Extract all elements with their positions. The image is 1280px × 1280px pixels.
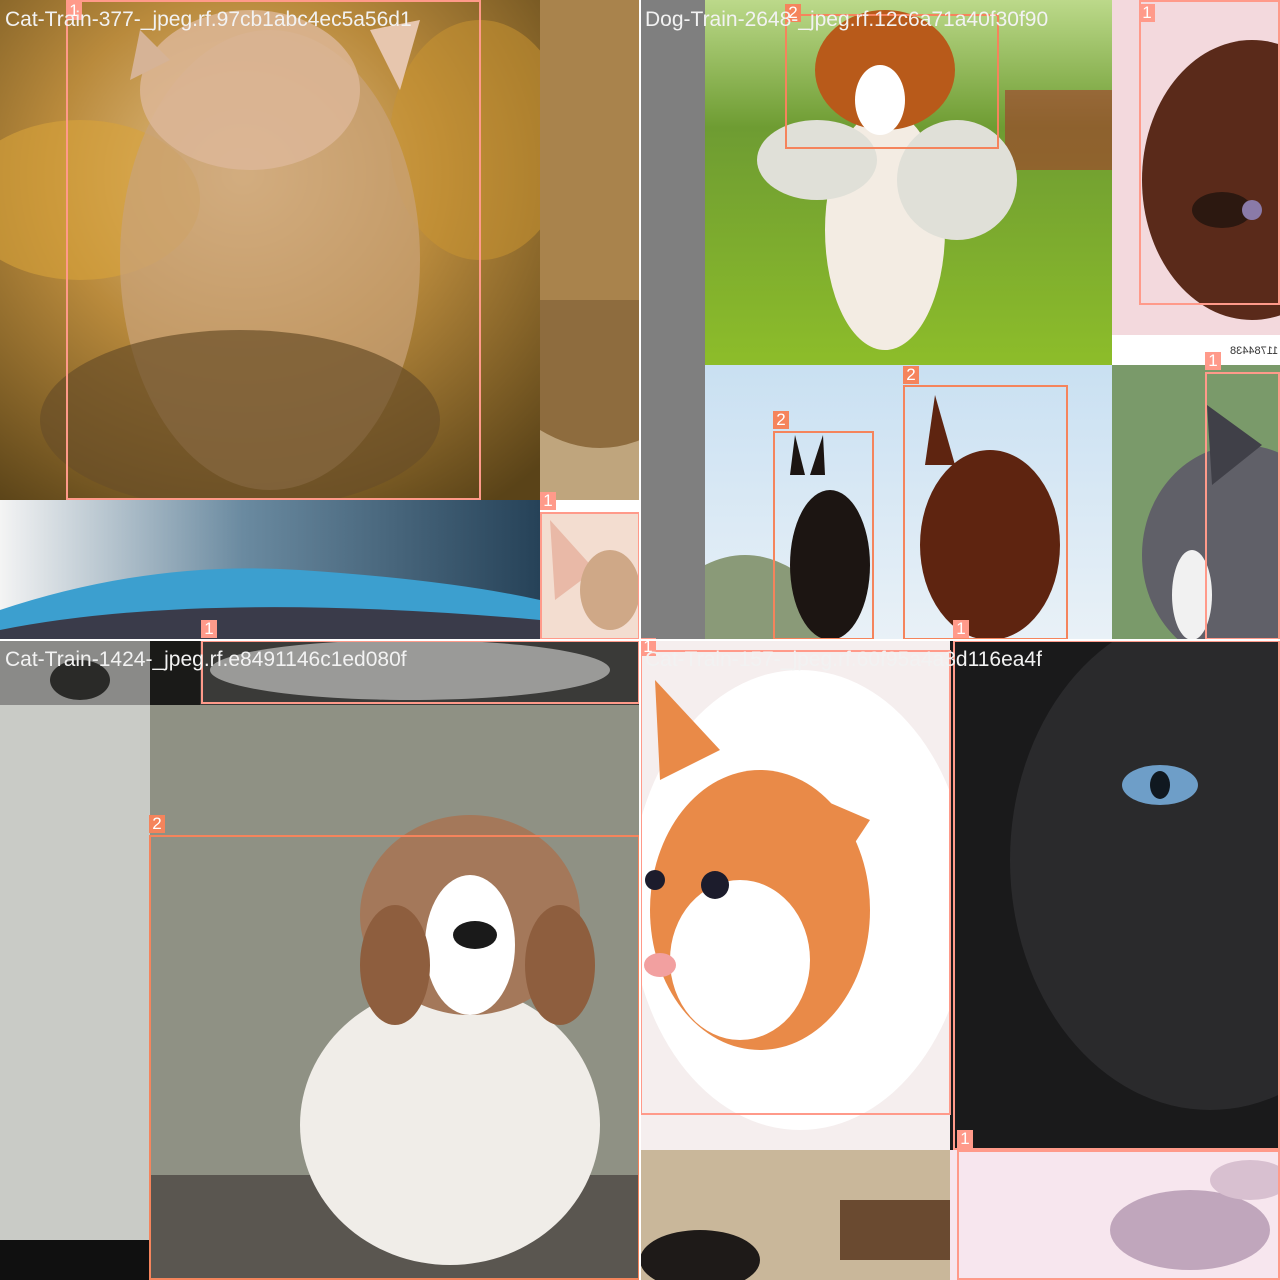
gray-padding — [640, 0, 705, 640]
filename-label: Cat-Train-377-_jpeg.rf.97cb1abc4ec5a56d1 — [5, 8, 412, 31]
class-label-dog: 2 — [773, 411, 789, 429]
class-label-cat: 1 — [1139, 4, 1155, 22]
bbox-cat-gray — [1205, 372, 1280, 640]
bbox-dog-beagle-sitting — [149, 835, 640, 1280]
filename-label: Cat-Train-1424-_jpeg.rf.e8491146c1ed080f — [5, 648, 407, 671]
class-label-dog: 2 — [149, 815, 165, 833]
bbox-cat-kitten-orange — [640, 650, 951, 1115]
class-label-cat: 1 — [957, 1130, 973, 1148]
bbox-cat-golden — [66, 0, 481, 500]
photo-blue-rope — [0, 500, 540, 640]
class-label-cat: 1 — [540, 492, 556, 510]
photo-tan-bottom — [640, 1150, 950, 1280]
class-label-dog: 2 — [903, 366, 919, 384]
photo-gray-stock — [0, 705, 150, 1280]
class-label-cat: 1 — [953, 620, 969, 638]
tan-fabric-image — [540, 0, 640, 500]
bbox-cat-siamese — [1139, 0, 1280, 305]
bbox-cat-pink-blur — [957, 1150, 1280, 1280]
class-label-cat: 1 — [201, 620, 217, 638]
class-label-cat: 1 — [1205, 352, 1221, 370]
watermark-text: 11784438 — [1230, 345, 1279, 357]
bbox-dog-doberman-left — [773, 431, 874, 640]
bbox-dog-doberman-right — [903, 385, 1068, 640]
photo-tan-fabric — [540, 0, 640, 500]
mosaic-divider-horizontal — [0, 639, 1280, 641]
blue-rope-image — [0, 500, 540, 640]
filename-label: Dog-Train-2648-_jpeg.rf.12c6a71a40f30f90 — [645, 8, 1049, 31]
tan-bottom-image — [640, 1150, 950, 1280]
gray-stock-image — [0, 705, 150, 1280]
bbox-cat-pink-ear — [540, 512, 640, 640]
filename-label: Cat-Train-157-_jpeg.rf.60f95a4a3d116ea4f — [645, 648, 1042, 671]
bbox-dog-beagle-head — [785, 14, 999, 149]
bbox-cat-black — [953, 640, 1280, 1150]
